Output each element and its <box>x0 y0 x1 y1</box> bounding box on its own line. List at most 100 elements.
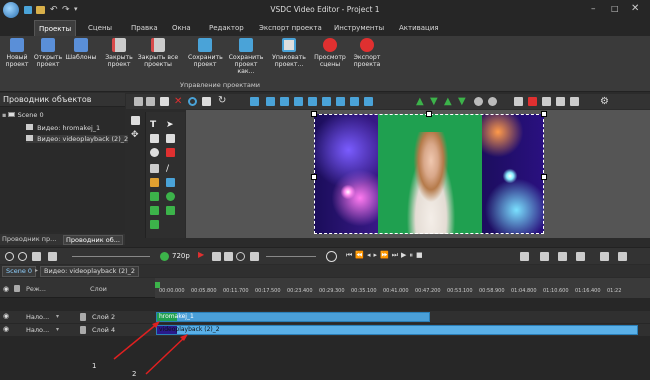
resolution-select[interactable]: 720p <box>172 253 190 260</box>
add-icon[interactable] <box>5 252 14 261</box>
settings-icon[interactable]: ⚙ <box>600 96 609 107</box>
stretch-icon[interactable] <box>364 97 373 106</box>
new-project-button[interactable]: Новый проект <box>2 38 32 80</box>
snap-timeline-icon[interactable] <box>576 252 585 261</box>
zoom-slider[interactable] <box>72 256 150 257</box>
breadcrumb-video[interactable]: Видео: videoplayback (2)_2 <box>40 266 140 277</box>
ungroup-icon[interactable] <box>488 97 497 106</box>
fit-icon[interactable] <box>350 97 359 106</box>
effects-tool-icon[interactable] <box>150 192 159 201</box>
loop-icon[interactable] <box>236 252 245 261</box>
move-down-icon[interactable]: ▼ <box>430 96 439 107</box>
tab-activation[interactable]: Активация <box>395 20 443 36</box>
export-button[interactable]: Экспорт проекта <box>350 38 384 80</box>
resize-handle[interactable] <box>426 111 432 117</box>
group-icon[interactable] <box>474 97 483 106</box>
save-as-button[interactable]: Сохранить проект как... <box>225 38 267 80</box>
side-mini-toolbar: ✥ <box>128 112 142 152</box>
close-all-button[interactable]: Закрыть все проекты <box>135 38 181 80</box>
breadcrumb-scene[interactable]: Scene 0 <box>2 266 37 277</box>
shape-tool-icon[interactable] <box>150 148 159 157</box>
preview-button[interactable]: Просмотр сцены <box>312 38 348 80</box>
crop-icon[interactable] <box>202 97 211 106</box>
rotate-icon[interactable] <box>188 97 197 106</box>
chart-tool-icon[interactable] <box>150 164 159 173</box>
frame-icon[interactable] <box>212 252 221 261</box>
audio-tool-icon[interactable] <box>150 220 159 229</box>
video-tool-icon[interactable] <box>166 148 175 157</box>
curve-tool-icon[interactable] <box>166 206 175 215</box>
align-left-icon[interactable] <box>266 97 275 106</box>
cut-icon[interactable] <box>160 97 169 106</box>
align-center-icon[interactable] <box>280 97 289 106</box>
image-tool-icon[interactable] <box>166 134 175 143</box>
tab-editor[interactable]: Редактор <box>205 20 248 36</box>
remove-icon[interactable] <box>18 252 27 261</box>
hand-icon[interactable] <box>146 97 155 106</box>
tab-scenes[interactable]: Сцены <box>84 20 116 36</box>
crosshair-icon[interactable]: ✥ <box>131 130 140 140</box>
brush-tool-icon[interactable] <box>150 178 159 187</box>
undo-arrow-icon[interactable]: ↻ <box>218 95 227 106</box>
snap-icon[interactable] <box>528 97 537 106</box>
tab-object-explorer[interactable]: Проводник об... <box>63 235 123 245</box>
maximize-button[interactable]: □ <box>611 4 619 13</box>
move-bottom-icon[interactable]: ▼ <box>458 96 467 107</box>
tree-item-video1[interactable]: Видео: hromakej_1 <box>26 124 100 132</box>
safe-zone-icon[interactable] <box>556 97 565 106</box>
resize-handle[interactable] <box>311 174 317 180</box>
text-tool-icon[interactable]: T <box>150 120 159 130</box>
pointer-icon[interactable] <box>134 97 143 106</box>
tab-export[interactable]: Экспорт проекта <box>255 20 326 36</box>
align-middle-icon[interactable] <box>322 97 331 106</box>
trim-icon[interactable] <box>540 252 549 261</box>
minimize-button[interactable]: – <box>591 4 596 14</box>
volume-slider[interactable] <box>266 256 316 257</box>
snapshot-icon[interactable] <box>224 252 233 261</box>
rect-tool-icon[interactable] <box>166 178 175 187</box>
ellipse-tool-icon[interactable] <box>166 192 175 201</box>
timeline-more-icon[interactable] <box>618 252 627 261</box>
subtitle-tool-icon[interactable] <box>150 134 159 143</box>
align-right-icon[interactable] <box>294 97 303 106</box>
tree-item-scene[interactable]: ▪ Scene 0 <box>2 112 44 119</box>
guides-icon[interactable] <box>542 97 551 106</box>
clock-icon[interactable] <box>326 251 337 262</box>
transport-controls[interactable]: ⏮⏪◂▸⏩⏭▶⏸■ <box>346 252 426 259</box>
layers-icon[interactable] <box>570 97 579 106</box>
tab-windows[interactable]: Окна <box>168 20 195 36</box>
tab-projects[interactable]: Проекты <box>34 20 77 36</box>
tree-item-video2[interactable]: Видео: videoplayback (2)_2 <box>26 135 129 143</box>
close-project-button[interactable]: Закрыть проект <box>104 38 134 80</box>
pen-icon[interactable] <box>131 116 140 125</box>
zoom-icon[interactable] <box>250 97 259 106</box>
tab-project-explorer[interactable]: Проводник пр... <box>2 236 56 243</box>
canvas-area[interactable] <box>186 110 650 238</box>
resize-handle[interactable] <box>311 111 317 117</box>
line-tool-icon[interactable]: / <box>166 164 175 174</box>
resize-handle[interactable] <box>541 174 547 180</box>
resize-handle[interactable] <box>541 111 547 117</box>
record-icon[interactable]: ▶ <box>198 250 207 259</box>
package-button[interactable]: Упаковать проект... <box>270 38 308 80</box>
align-bottom-icon[interactable] <box>336 97 345 106</box>
align-top-icon[interactable] <box>308 97 317 106</box>
tab-edit[interactable]: Правка <box>127 20 162 36</box>
audio-icon[interactable] <box>250 252 259 261</box>
marker-icon[interactable] <box>558 252 567 261</box>
tab-tools[interactable]: Инструменты <box>330 20 388 36</box>
camera-icon[interactable] <box>32 252 41 261</box>
delete-icon[interactable]: ✕ <box>174 96 183 107</box>
open-project-button[interactable]: Открыть проект <box>33 38 63 80</box>
slider-icon[interactable] <box>48 252 57 261</box>
move-up-icon[interactable]: ▲ <box>416 96 425 107</box>
move-top-icon[interactable]: ▲ <box>444 96 453 107</box>
templates-button[interactable]: Шаблоны <box>64 38 98 80</box>
split-icon[interactable] <box>520 252 529 261</box>
grid-icon[interactable] <box>514 97 523 106</box>
sprite-tool-icon[interactable] <box>150 206 159 215</box>
timeline-settings-icon[interactable] <box>600 252 609 261</box>
save-project-button[interactable]: Сохранить проект <box>188 38 223 80</box>
select-tool-icon[interactable]: ➤ <box>166 120 175 130</box>
close-button[interactable]: ✕ <box>631 3 639 14</box>
